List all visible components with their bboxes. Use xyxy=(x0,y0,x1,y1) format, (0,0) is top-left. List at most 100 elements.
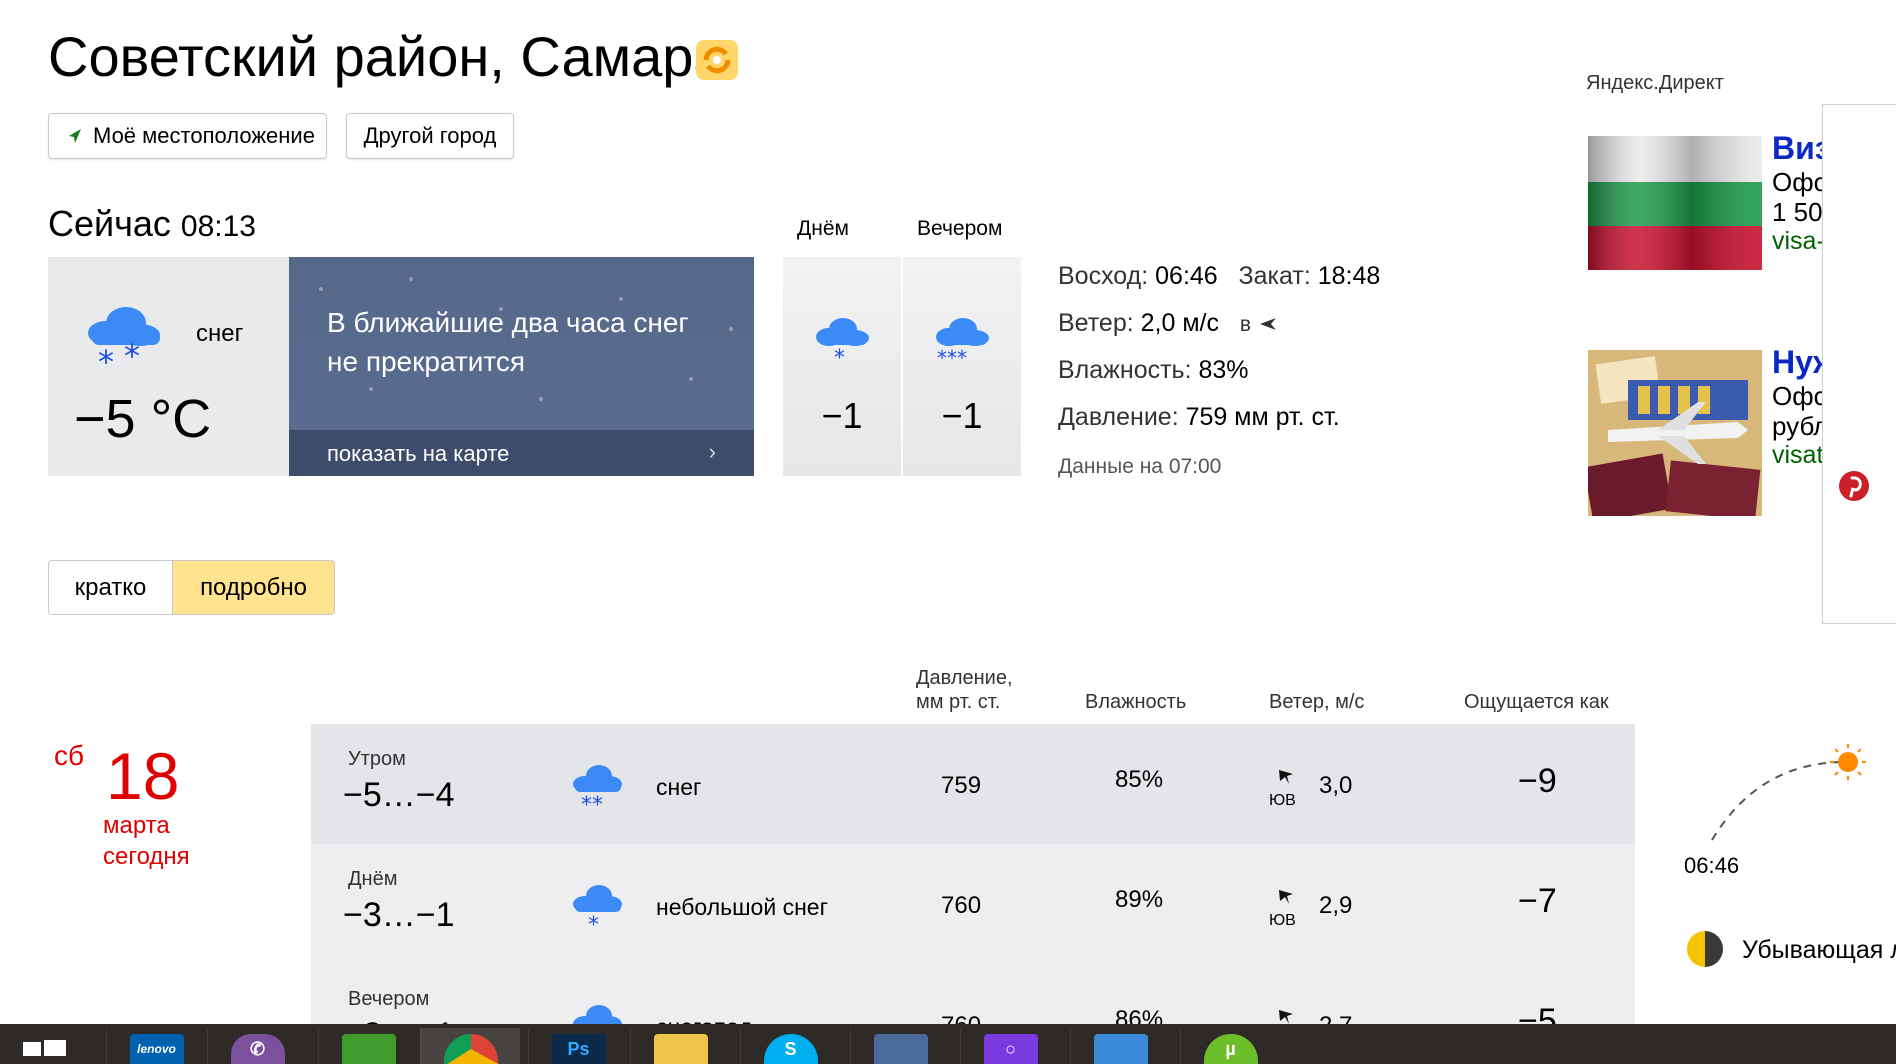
photoshop-icon: Ps xyxy=(551,1034,606,1064)
taskbar-network-app[interactable] xyxy=(850,1028,950,1064)
leaf-app-icon xyxy=(341,1034,396,1064)
chrome-icon xyxy=(443,1034,498,1064)
lenovo-icon: lenovo xyxy=(129,1034,184,1064)
day-temperature: −1 xyxy=(821,395,863,436)
start-button[interactable] xyxy=(0,1028,86,1064)
other-city-button[interactable]: Другой город xyxy=(346,113,514,159)
table-row: Утром −5…−4 ** снег 759 85% ЮВ 3,0 −9 xyxy=(311,724,1635,844)
share-panel xyxy=(1822,104,1896,624)
chevron-right-icon: › xyxy=(708,439,716,464)
row-wind-direction: ЮВ xyxy=(1269,912,1296,929)
taskbar-chrome[interactable] xyxy=(420,1028,520,1064)
row-part-of-day: Днём xyxy=(348,868,398,890)
taskbar-app-green[interactable] xyxy=(318,1028,418,1064)
month-label: марта xyxy=(103,812,170,839)
row-humidity: 85% xyxy=(1115,766,1164,793)
ad-2[interactable]: Нуж Офо рубл visat xyxy=(1772,344,1822,494)
taskbar: lenovo ✆ Ps S ○ µ xyxy=(0,1024,1896,1064)
taskbar-viber[interactable]: ✆ xyxy=(207,1028,307,1064)
wind-direction-arrow-icon xyxy=(1279,890,1293,904)
row-feels-like: −9 xyxy=(1518,762,1557,800)
utorrent-icon: µ xyxy=(1203,1034,1258,1064)
show-on-map-link[interactable]: показать на карте › xyxy=(289,430,754,476)
page-title: Советский район, Самара xyxy=(48,25,725,88)
svg-text:*: * xyxy=(124,337,140,375)
moon-phase-icon xyxy=(1687,931,1723,967)
day-of-week: сб xyxy=(54,740,85,771)
taskbar-utorrent[interactable]: µ xyxy=(1180,1028,1280,1064)
row-pressure: 759 xyxy=(941,772,982,799)
viber-icon: ✆ xyxy=(230,1034,285,1064)
today-label: сегодня xyxy=(103,843,190,870)
ad-image-passport[interactable] xyxy=(1588,350,1762,516)
wind-direction: в xyxy=(1239,313,1251,336)
ad-1[interactable]: Виз Офо 1 50 visa- xyxy=(1772,130,1822,270)
sunrise-label: Восход: xyxy=(1058,262,1149,290)
ad-1-title[interactable]: Виз xyxy=(1772,130,1822,167)
header-humidity: Влажность xyxy=(1085,691,1187,713)
data-updated-note: Данные на 07:00 xyxy=(1058,455,1222,478)
ad-image-bulgaria-flag[interactable] xyxy=(1588,136,1762,270)
row-wind-direction: ЮВ xyxy=(1269,792,1296,809)
row-pressure: 760 xyxy=(941,892,982,919)
windows-icon xyxy=(23,1040,66,1056)
ad-2-url[interactable]: visat xyxy=(1772,441,1822,470)
toggle-brief[interactable]: кратко xyxy=(49,561,173,614)
row-condition: снег xyxy=(656,774,702,800)
folder-icon xyxy=(653,1034,708,1064)
wind-label: Ветер: xyxy=(1058,309,1134,337)
toggle-detailed[interactable]: подробно xyxy=(173,561,334,614)
header-pressure-line2: мм рт. ст. xyxy=(916,691,1001,713)
sync-icon[interactable] xyxy=(692,34,742,84)
humidity-info: Влажность: 83% xyxy=(1058,356,1249,385)
row-condition: небольшой снег xyxy=(656,894,828,920)
snow-icon: ** xyxy=(573,765,622,812)
row-feels-like: −7 xyxy=(1518,882,1557,920)
svg-text:***: *** xyxy=(937,346,967,367)
ad-1-url[interactable]: visa- xyxy=(1772,227,1822,256)
wind-direction-arrow-icon xyxy=(1279,770,1293,784)
svg-text:*: * xyxy=(588,913,599,932)
sun-path-chart xyxy=(1711,744,1866,841)
header-pressure: Давление, мм рт. ст. xyxy=(916,666,1013,714)
taskbar-lenovo[interactable]: lenovo xyxy=(106,1028,206,1064)
evening-temperature: −1 xyxy=(941,395,983,436)
show-on-map-label: показать на карте xyxy=(327,441,510,466)
header-pressure-line1: Давление, xyxy=(916,667,1013,689)
taskbar-search-app[interactable]: ○ xyxy=(960,1028,1060,1064)
taskbar-control-app[interactable] xyxy=(1070,1028,1170,1064)
row-temperature: −5…−4 xyxy=(343,776,455,814)
my-location-label: Моё местоположение xyxy=(93,123,315,148)
pressure-label: Давление: xyxy=(1058,403,1179,431)
light-snow-icon: * xyxy=(816,318,869,367)
ad-2-line1: Офо xyxy=(1772,381,1822,411)
ad-2-line2: рубл xyxy=(1772,411,1822,441)
evening-forecast-card[interactable]: *** −1 xyxy=(903,257,1021,476)
now-label: Сейчас xyxy=(48,203,171,244)
light-snow-icon: * xyxy=(573,885,622,932)
taskbar-photoshop[interactable]: Ps xyxy=(528,1028,628,1064)
passport-image xyxy=(1588,350,1762,516)
svg-text:*: * xyxy=(98,343,114,375)
day-forecast-card[interactable]: * −1 xyxy=(783,257,901,476)
row-temperature: −2…−1 xyxy=(343,1016,455,1024)
table-row: Вечером −2…−1 снегопад 760 86% ЮВ 2,7 −5 xyxy=(311,964,1635,1024)
row-temperature: −3…−1 xyxy=(343,896,455,934)
nowcast-text: В ближайшие два часа снег не прекратится xyxy=(327,307,689,377)
header-wind: Ветер, м/с xyxy=(1269,691,1365,713)
moon-phase-label: Убывающая л xyxy=(1742,936,1896,964)
ad-1-line1: Офо xyxy=(1772,167,1822,197)
nowcast-panel[interactable]: В ближайшие два часа снег не прекратится… xyxy=(289,257,754,476)
ad-2-title[interactable]: Нуж xyxy=(1772,344,1822,381)
taskbar-explorer[interactable] xyxy=(630,1028,730,1064)
taskbar-skype[interactable]: S xyxy=(740,1028,840,1064)
my-location-button[interactable]: Моё местоположение xyxy=(48,113,327,159)
settings-panel-icon xyxy=(1093,1034,1148,1064)
sunset-label: Закат: xyxy=(1238,262,1311,290)
header-feels-like: Ощущается как xyxy=(1464,691,1609,713)
wind-info: Ветер: 2,0 м/с в xyxy=(1058,309,1278,338)
row-humidity: 86% xyxy=(1115,1006,1164,1024)
sunrise-time-chart: 06:46 xyxy=(1684,853,1740,878)
pinterest-icon[interactable] xyxy=(1838,470,1870,502)
row-feels-like: −5 xyxy=(1518,1002,1557,1024)
